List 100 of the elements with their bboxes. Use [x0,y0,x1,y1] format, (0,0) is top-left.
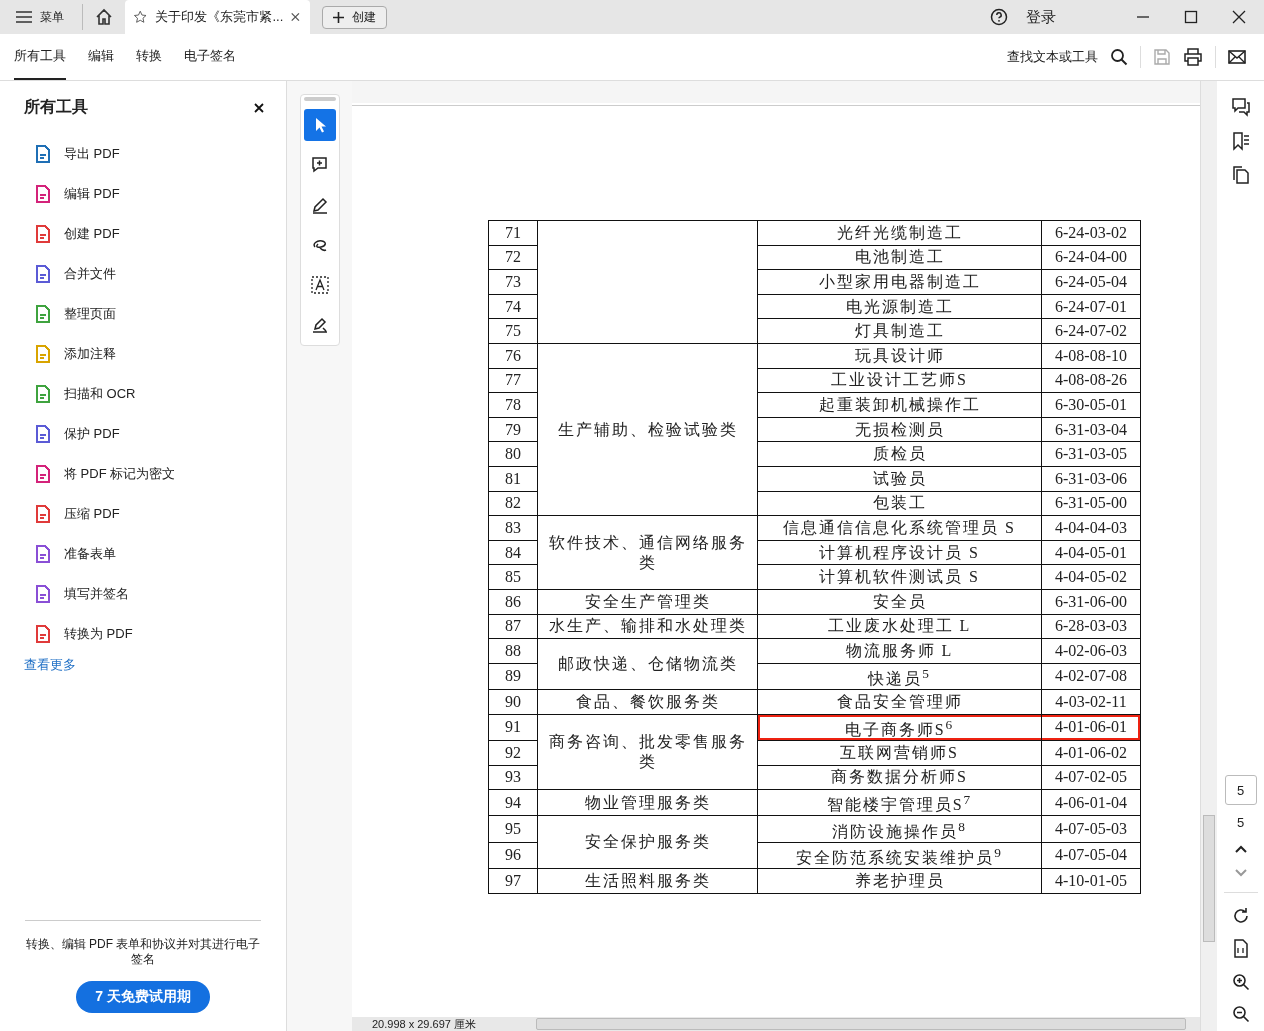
fit-page-icon[interactable] [1231,939,1250,959]
table-cell: 商务数据分析师S [757,765,1042,790]
table-cell: 4-10-01-05 [1041,868,1141,894]
tool-item[interactable]: 保护 PDF [0,414,286,454]
table-cell: 4-07-05-04 [1041,842,1141,869]
table-cell: 邮政快递、仓储物流类 [557,655,738,673]
tool-item[interactable]: 将 PDF 标记为密文 [0,454,286,494]
help-icon[interactable] [990,8,1008,26]
comments-icon[interactable] [1230,97,1251,117]
menu-icon [16,11,32,23]
table-cell: 71 [488,220,538,246]
comment-icon [311,156,329,174]
table-cell: 4-04-05-02 [1041,564,1141,590]
pages-icon[interactable] [1230,165,1251,185]
text-box-icon [311,276,329,294]
table-cell: 工业废水处理工 L [757,614,1042,639]
toolbar-tab[interactable]: 编辑 [88,34,114,80]
table-cell: 88 [488,638,538,664]
table-cell: 73 [488,269,538,295]
tool-item[interactable]: 创建 PDF [0,214,286,254]
table-cell: 4-04-04-03 [1041,515,1141,541]
tool-item[interactable]: 扫描和 OCR [0,374,286,414]
page-number-field[interactable]: 5 [1224,775,1257,805]
table-cell: 安全生产管理类 [584,592,711,610]
toolbar-tab[interactable]: 电子签名 [184,34,236,80]
vertical-scrollbar[interactable] [1200,81,1217,1031]
tool-item[interactable]: 合并文件 [0,254,286,294]
table-cell: 消防设施操作员$^{8}$ [757,815,1042,843]
find-text-or-tools-label[interactable]: 查找文本或工具 [1007,48,1098,66]
table-cell: 4-02-07-08 [1041,663,1141,690]
tool-item[interactable]: 导出 PDF [0,134,286,174]
table-cell: 90 [488,689,538,715]
table-cell: 食品、餐饮服务类 [575,692,720,710]
table-cell: 物流服务师 L [757,638,1042,664]
tool-item[interactable]: 编辑 PDF [0,174,286,214]
table-cell: 无损检测员 [757,417,1042,442]
see-more-link[interactable]: 查看更多 [0,656,286,674]
rotate-icon[interactable] [1231,907,1250,925]
table-cell: 6-31-06-00 [1041,589,1141,614]
close-icon[interactable] [254,102,264,113]
table-cell: 95 [488,815,538,843]
promo-text: 转换、编辑 PDF 表单和协议并对其进行电子签名 [24,937,262,967]
table-cell: 生产辅助、检验试验类 [557,420,738,438]
table-cell: 94 [488,789,538,816]
table-cell: 78 [488,392,538,418]
tool-item[interactable]: 转换为 PDF [0,614,286,654]
table-cell: 4-06-01-04 [1041,789,1141,816]
table-cell: 养老护理员 [757,868,1042,894]
document-tab[interactable]: 关于印发《东莞市紧... [125,0,310,34]
home-icon[interactable] [95,8,113,26]
table-cell: 4-01-06-01 [1041,714,1141,741]
table-cell: 4-04-05-01 [1041,540,1141,565]
table-cell: 6-28-03-03 [1041,614,1141,639]
free-trial-button[interactable]: 7 天免费试用期 [76,981,210,1013]
table-cell: 光纤光缆制造工 [757,220,1042,246]
chevron-down-icon[interactable] [1233,868,1248,878]
table-cell: 起重装卸机械操作工 [757,392,1042,418]
table-cell: 安全员 [757,589,1042,614]
menu-button[interactable]: 菜单 [10,4,70,30]
maximize-icon[interactable] [1184,10,1198,24]
zoom-out-icon[interactable] [1231,1005,1250,1023]
page-count: 5 [1236,815,1245,830]
zoom-in-icon[interactable] [1231,973,1250,991]
table-cell: 包装工 [757,491,1042,516]
table-cell: 质检员 [757,441,1042,467]
table-cell: 玩具设计师 [757,343,1042,369]
mail-icon[interactable] [1228,50,1246,64]
toolbar-tab[interactable]: 所有工具 [14,34,66,80]
table-cell: 85 [488,564,538,590]
login-button[interactable]: 登录 [1020,6,1062,28]
bookmark-icon[interactable] [1230,131,1251,151]
print-icon[interactable] [1183,48,1203,66]
table-cell: 小型家用电器制造工 [757,269,1042,295]
table-cell: 6-31-03-04 [1041,417,1141,442]
table-cell: 97 [488,868,538,894]
table-cell: 计算机软件测试员 S [757,564,1042,590]
table-cell: 4-07-02-05 [1041,765,1141,790]
table-cell: 工业设计工艺师S [757,368,1042,393]
tool-item[interactable]: 填写并签名 [0,574,286,614]
close-icon[interactable] [1232,10,1246,24]
table-cell: 6-24-07-02 [1041,318,1141,344]
table-cell: 75 [488,318,538,344]
select-tool-button[interactable] [304,109,336,141]
toolbar-tab[interactable]: 转换 [136,34,162,80]
search-icon[interactable] [1110,48,1128,66]
tool-item[interactable]: 添加注释 [0,334,286,374]
table-cell: 79 [488,417,538,442]
table-cell: 电光源制造工 [757,294,1042,319]
chevron-up-icon[interactable] [1233,844,1248,854]
tool-item[interactable]: 准备表单 [0,534,286,574]
table-cell: 电子商务师S$^{6}$ [757,714,1042,741]
table-cell: 4-03-02-11 [1041,689,1141,715]
table-cell: 87 [488,614,538,639]
create-button[interactable]: 创建 [322,5,387,29]
table-cell: 91 [488,714,538,741]
tool-item[interactable]: 整理页面 [0,294,286,334]
table-cell: 生活照料服务类 [584,871,711,889]
tool-item[interactable]: 压缩 PDF [0,494,286,534]
table-cell: 93 [488,765,538,790]
table-cell: 72 [488,245,538,270]
